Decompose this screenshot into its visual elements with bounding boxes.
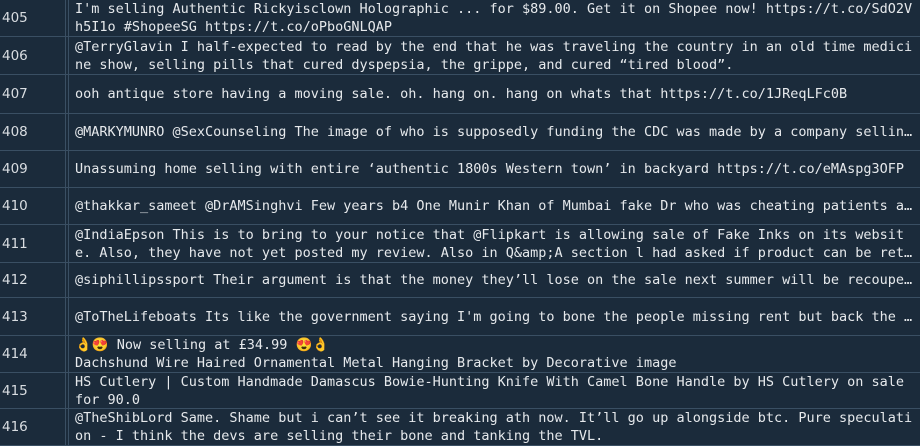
text-cell[interactable]: @MARKYMUNRO @SexCounseling The image of … xyxy=(68,114,920,150)
cell-text: @TerryGlavin I half-expected to read by … xyxy=(75,38,913,73)
table-row[interactable]: 406 @TerryGlavin I half-expected to read… xyxy=(0,37,920,75)
table-row[interactable]: 414 👌😍 Now selling at £34.99 😍👌 Dachshun… xyxy=(0,336,920,373)
cell-text: @ToTheLifeboats Its like the government … xyxy=(75,308,914,325)
text-cell[interactable]: 👌😍 Now selling at £34.99 😍👌 Dachshund Wi… xyxy=(68,336,920,372)
text-cell[interactable]: @thakkar_sameet @DrAMSinghvi Few years b… xyxy=(68,188,920,224)
text-cell[interactable]: @siphillipssport Their argument is that … xyxy=(68,263,920,297)
table-row[interactable]: 410 @thakkar_sameet @DrAMSinghvi Few yea… xyxy=(0,188,920,225)
row-index: 415 xyxy=(0,373,66,408)
cell-text: 👌😍 Now selling at £34.99 😍👌 Dachshund Wi… xyxy=(75,337,677,371)
row-index: 405 xyxy=(0,0,66,36)
row-index: 408 xyxy=(0,114,66,150)
data-table: 405 I'm selling Authentic Rickyisclown H… xyxy=(0,0,920,446)
table-row[interactable]: 411 @IndiaEpson This is to bring to your… xyxy=(0,225,920,263)
table-row[interactable]: 407 ooh antique store having a moving sa… xyxy=(0,75,920,114)
row-index: 416 xyxy=(0,409,66,445)
row-index: 410 xyxy=(0,188,66,224)
cell-text: @thakkar_sameet @DrAMSinghvi Few years b… xyxy=(75,198,914,214)
row-index: 411 xyxy=(0,225,66,262)
cell-text: Unassuming home selling with entire ‘aut… xyxy=(75,161,905,177)
row-index: 409 xyxy=(0,151,66,187)
text-cell[interactable]: I'm selling Authentic Rickyisclown Holog… xyxy=(68,0,920,36)
cell-text: ooh antique store having a moving sale. … xyxy=(75,86,848,102)
table-row[interactable]: 408 @MARKYMUNRO @SexCounseling The image… xyxy=(0,114,920,151)
table-row[interactable]: 409 Unassuming home selling with entire … xyxy=(0,151,920,188)
row-index: 406 xyxy=(0,37,66,74)
text-cell[interactable]: @TerryGlavin I half-expected to read by … xyxy=(68,37,920,74)
table-row[interactable]: 412 @siphillipssport Their argument is t… xyxy=(0,263,920,298)
table-row[interactable]: 415 HS Cutlery | Custom Handmade Damascu… xyxy=(0,373,920,409)
text-cell[interactable]: HS Cutlery | Custom Handmade Damascus Bo… xyxy=(68,373,920,408)
row-index: 413 xyxy=(0,298,66,335)
cell-text: I'm selling Authentic Rickyisclown Holog… xyxy=(75,1,913,35)
text-cell[interactable]: @ToTheLifeboats Its like the government … xyxy=(68,298,920,335)
table-row[interactable]: 413 @ToTheLifeboats Its like the governm… xyxy=(0,298,920,336)
text-cell[interactable]: ooh antique store having a moving sale. … xyxy=(68,75,920,113)
table-row[interactable]: 405 I'm selling Authentic Rickyisclown H… xyxy=(0,0,920,37)
row-index: 414 xyxy=(0,336,66,372)
row-index: 407 xyxy=(0,75,66,113)
text-cell[interactable]: @IndiaEpson This is to bring to your not… xyxy=(68,225,920,262)
text-cell[interactable]: Unassuming home selling with entire ‘aut… xyxy=(68,151,920,187)
cell-text: @TheShibLord Same. Shame but i can’t see… xyxy=(75,410,913,444)
row-index: 412 xyxy=(0,263,66,297)
cell-text: @IndiaEpson This is to bring to your not… xyxy=(75,226,913,261)
table-row[interactable]: 416 @TheShibLord Same. Shame but i can’t… xyxy=(0,409,920,446)
cell-text: @siphillipssport Their argument is that … xyxy=(75,272,914,288)
cell-text: HS Cutlery | Custom Handmade Damascus Bo… xyxy=(75,373,913,408)
text-cell[interactable]: @TheShibLord Same. Shame but i can’t see… xyxy=(68,409,920,445)
cell-text: @MARKYMUNRO @SexCounseling The image of … xyxy=(75,124,914,140)
